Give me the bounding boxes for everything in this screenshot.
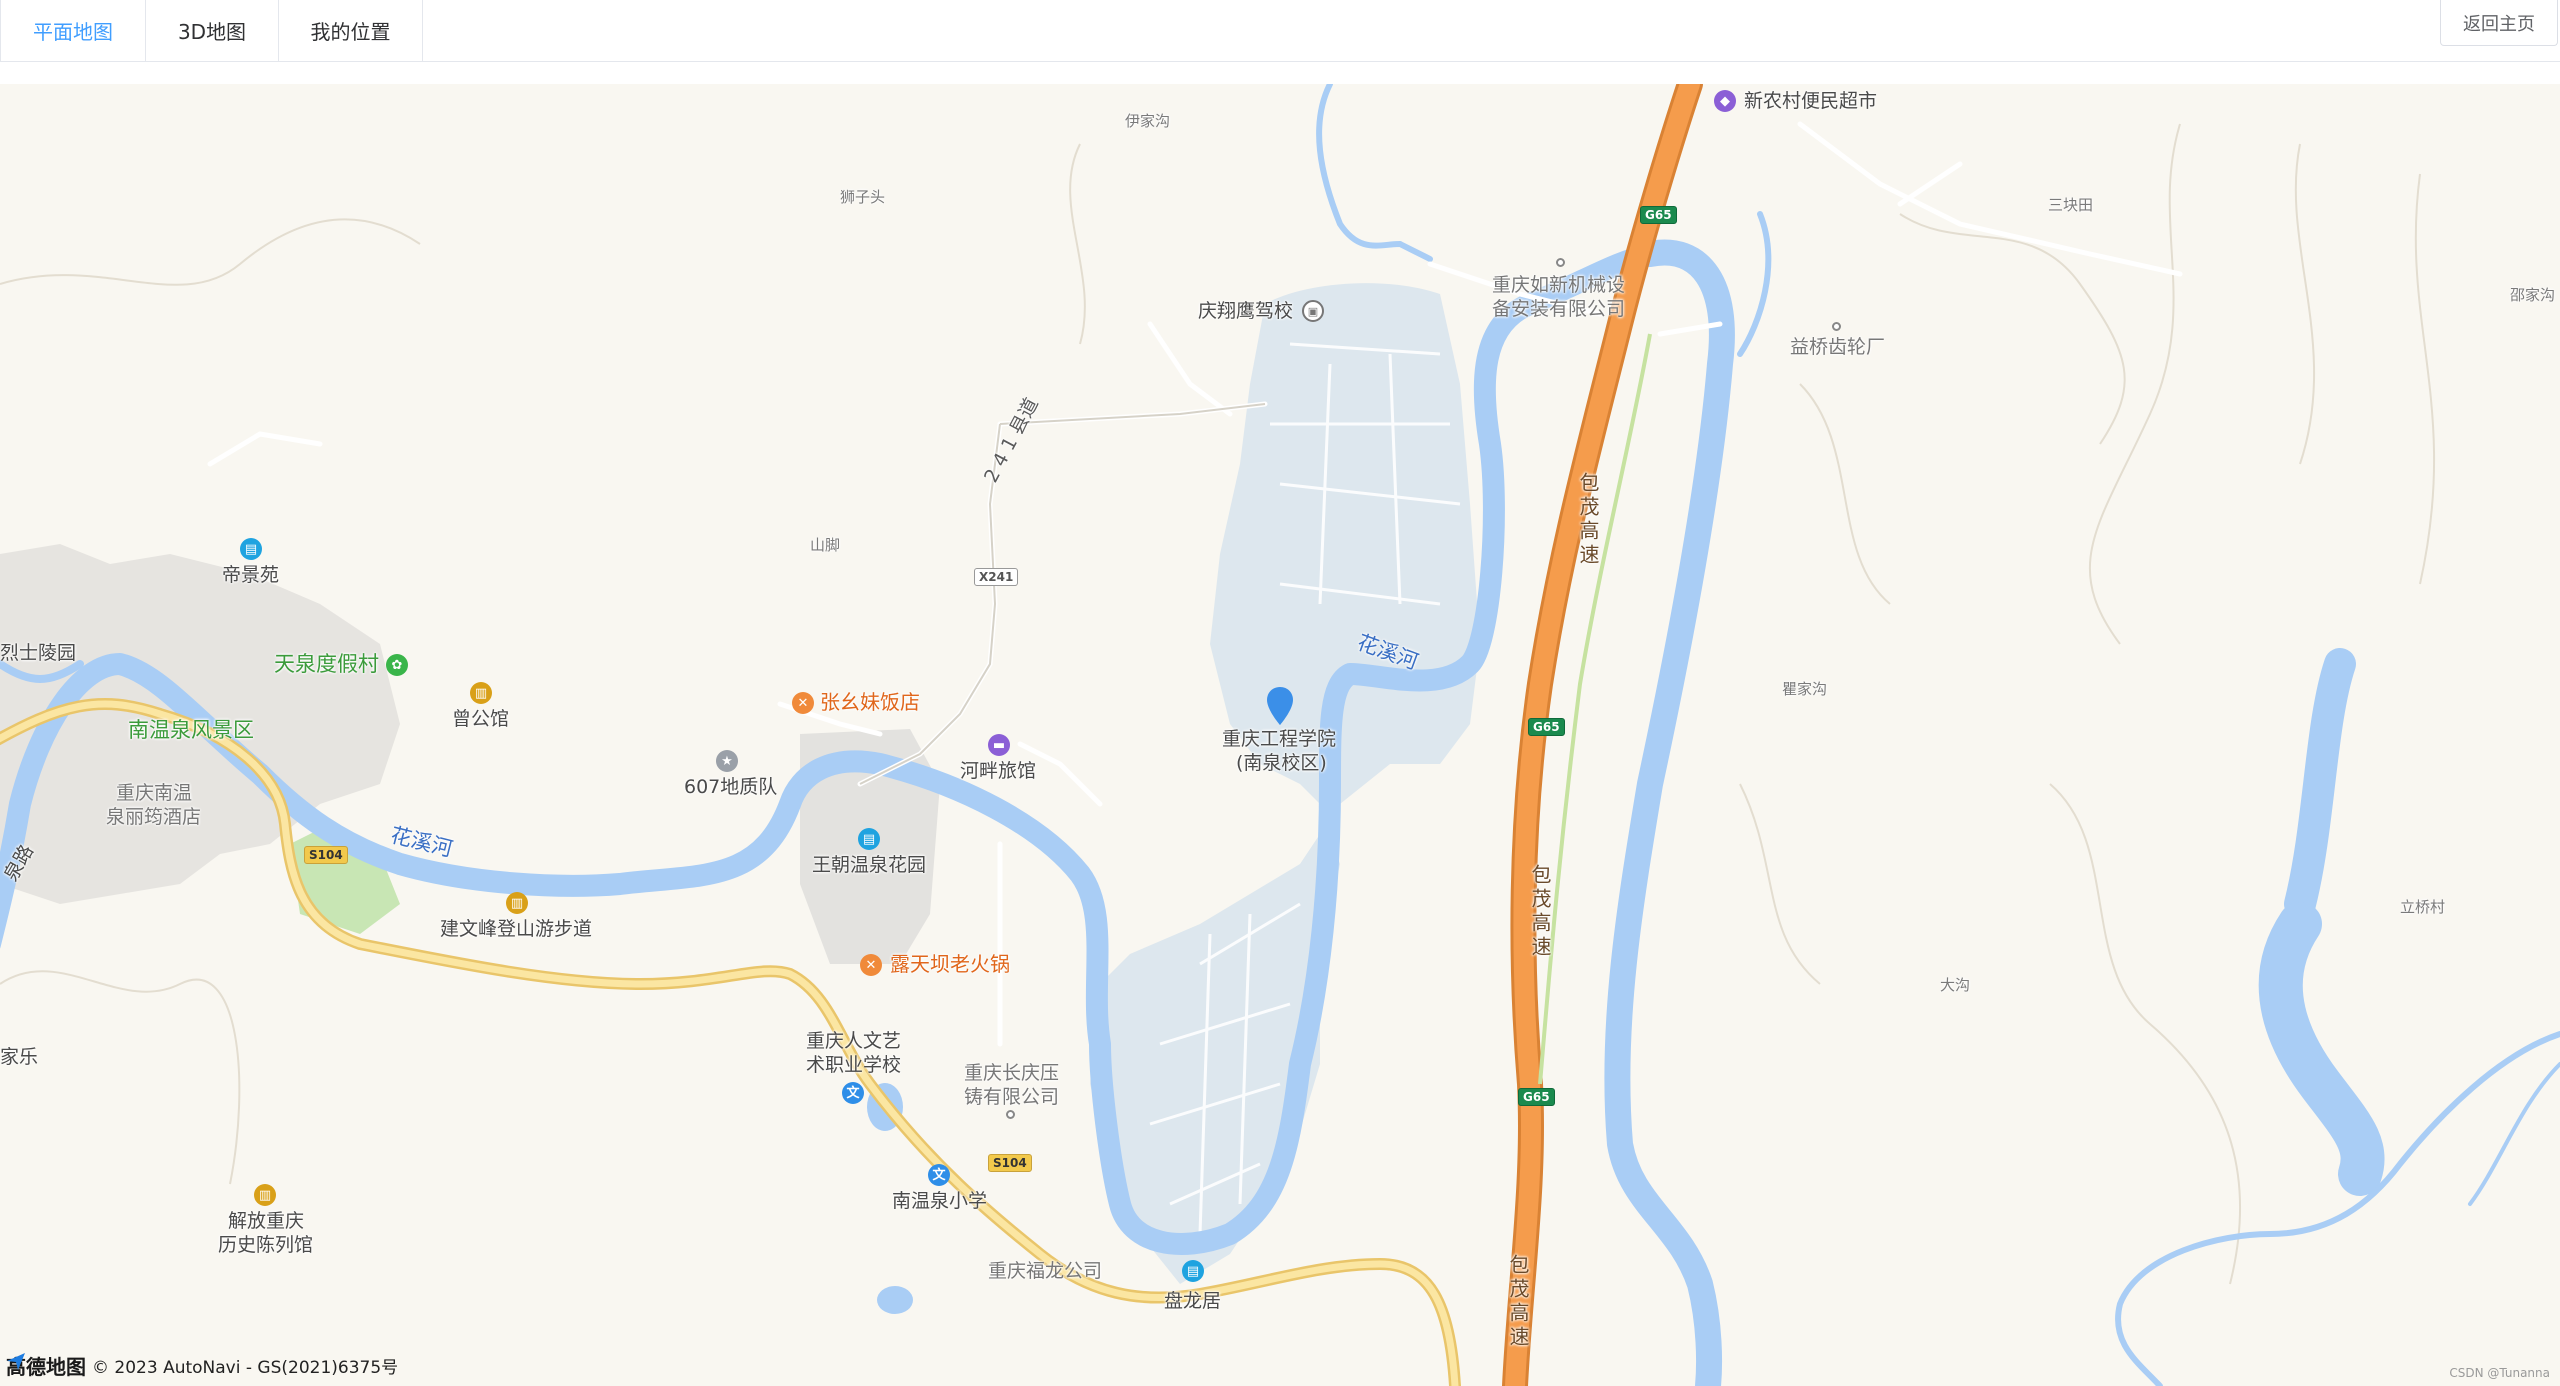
road-shield-x241: X241 — [974, 568, 1019, 586]
museum-icon: ▥ — [470, 682, 492, 704]
place-changqing-line2[interactable]: 铸有限公司 — [964, 1086, 1059, 1109]
place-jiefang-line1[interactable]: 解放重庆 — [228, 1210, 304, 1233]
place-rxjx-line2[interactable]: 备安装有限公司 — [1492, 298, 1625, 321]
place-xinnongcun[interactable]: 新农村便民超市 — [1744, 90, 1877, 113]
place-tianquan[interactable]: 天泉度假村 — [274, 652, 379, 677]
school-icon-renwen: 文 — [842, 1082, 864, 1104]
place-jiale: 家乐 — [0, 1046, 39, 1068]
tree-icon: ✿ — [386, 654, 408, 676]
place-jianwenfeng[interactable]: 建文峰登山游步道 — [440, 918, 592, 941]
top-toolbar: 平面地图 3D地图 我的位置 返回主页 — [0, 0, 2560, 62]
bus-icon: ▣ — [1302, 300, 1324, 322]
place-yijiagou: 伊家沟 — [1125, 112, 1171, 130]
place-lingyuan[interactable]: 烈士陵园 — [0, 642, 76, 665]
road-shield-s104-south: S104 — [988, 1154, 1032, 1172]
place-shizitou: 狮子头 — [840, 188, 886, 206]
place-shanjiao: 山脚 — [810, 536, 841, 554]
building-icon: ▤ — [240, 538, 262, 560]
place-panlongju[interactable]: 盘龙居 — [1164, 1290, 1221, 1313]
place-liqiaocun: 立桥村 — [2400, 898, 2446, 916]
place-wangchao[interactable]: 王朝温泉花园 — [812, 854, 926, 877]
map-canvas[interactable]: 重庆工程学院 (南泉校区) 伊家沟 狮子头 ◆ 新农村便民超市 三块田 邵家沟 … — [0, 84, 2560, 1386]
museum-icon-jianwenfeng: ▥ — [506, 892, 528, 914]
place-dizhidui[interactable]: 607地质队 — [684, 776, 777, 799]
place-sankuaitian: 三块田 — [2048, 196, 2094, 214]
road-shield-g65-mid: G65 — [1528, 718, 1565, 736]
place-jiefang-line2[interactable]: 历史陈列馆 — [218, 1234, 313, 1257]
building-icon-panlongju: ▤ — [1182, 1260, 1204, 1282]
place-renwen-line1[interactable]: 重庆人文艺 — [806, 1030, 901, 1053]
fork-knife-icon: ✕ — [792, 692, 814, 714]
watermark: CSDN @Tunanna — [2449, 1366, 2550, 1380]
copyright-text: © 2023 AutoNavi - GS(2021)6375号 — [92, 1358, 399, 1378]
place-qingxiang[interactable]: 庆翔鹰驾校 — [1198, 300, 1293, 323]
place-dagou: 大沟 — [1940, 976, 1971, 994]
tab-3d-map[interactable]: 3D地图 — [146, 0, 279, 61]
place-shaojiagou: 邵家沟 — [2510, 286, 2556, 304]
place-nanwenquan-scenic[interactable]: 南温泉风景区 — [128, 718, 254, 743]
location-pin-icon[interactable] — [1266, 686, 1294, 726]
place-zhangyaomei[interactable]: 张幺妹饭店 — [820, 690, 920, 714]
fork-knife-icon-lutianba: ✕ — [860, 954, 882, 976]
place-qujiagou: 瞿家沟 — [1782, 680, 1828, 698]
tab-my-location[interactable]: 我的位置 — [279, 0, 423, 61]
amap-logo-icon — [7, 1353, 25, 1370]
factory-dot-icon — [1832, 322, 1841, 331]
company-dot-icon — [1556, 258, 1565, 267]
company-dot-icon-changqing — [1006, 1110, 1015, 1119]
cart-icon: ◆ — [1714, 90, 1736, 112]
marker-label-line1: 重庆工程学院 — [1222, 728, 1337, 750]
place-lutianba[interactable]: 露天坝老火锅 — [890, 952, 1010, 976]
place-dijingyuan[interactable]: 帝景苑 — [222, 564, 279, 587]
expressway-label-south: 包茂高速 — [1506, 1254, 1530, 1350]
map-attribution: 高德地图 © 2023 AutoNavi - GS(2021)6375号 — [6, 1351, 398, 1380]
school-icon-nwq: 文 — [928, 1164, 950, 1186]
place-nwq-hotel-line2[interactable]: 泉丽筠酒店 — [106, 806, 201, 829]
place-renwen-line2[interactable]: 术职业学校 — [806, 1054, 901, 1077]
expressway-label-north: 包茂高速 — [1576, 472, 1600, 568]
place-changqing-line1[interactable]: 重庆长庆压 — [964, 1062, 1059, 1085]
place-zenggongguan[interactable]: 曾公馆 — [452, 708, 509, 731]
expressway-label-mid: 包茂高速 — [1528, 864, 1552, 960]
place-hepan[interactable]: 河畔旅馆 — [960, 760, 1036, 783]
road-shield-g65-south: G65 — [1518, 1088, 1555, 1106]
place-nwq-hotel-line1[interactable]: 重庆南温 — [116, 782, 192, 805]
building-icon-wangchao: ▤ — [858, 828, 880, 850]
place-rxjx-line1[interactable]: 重庆如新机械设 — [1492, 274, 1625, 297]
map-tabs: 平面地图 3D地图 我的位置 — [0, 0, 423, 61]
star-icon: ★ — [716, 750, 738, 772]
place-fulong[interactable]: 重庆福龙公司 — [988, 1260, 1102, 1283]
return-home-button[interactable]: 返回主页 — [2440, 0, 2558, 46]
place-nwq-school[interactable]: 南温泉小学 — [892, 1190, 987, 1213]
bed-icon: ▬ — [988, 734, 1010, 756]
road-shield-s104-west: S104 — [304, 846, 348, 864]
museum-icon-jiefang: ▥ — [254, 1184, 276, 1206]
place-yiqiao[interactable]: 益桥齿轮厂 — [1790, 336, 1885, 359]
road-shield-g65-north: G65 — [1640, 206, 1677, 224]
marker-label-line2: (南泉校区) — [1236, 752, 1327, 774]
tab-flat-map[interactable]: 平面地图 — [0, 0, 146, 61]
